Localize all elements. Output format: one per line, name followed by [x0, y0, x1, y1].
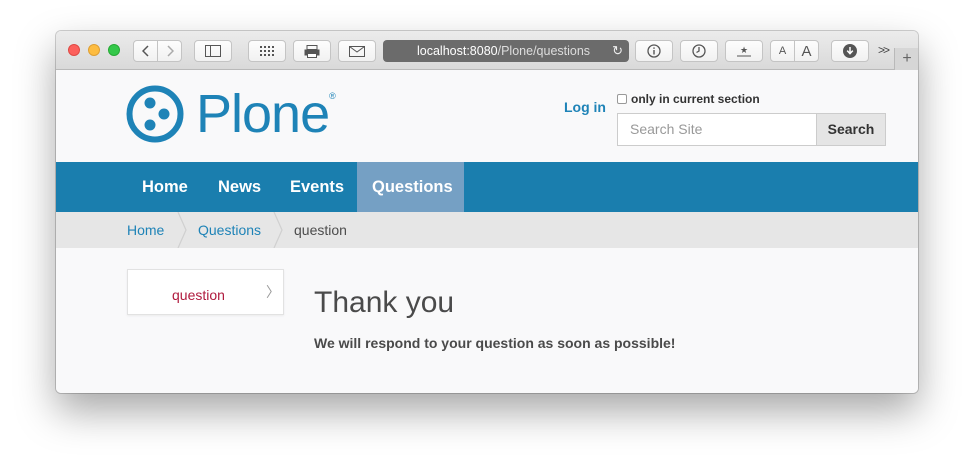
print-button[interactable] — [293, 40, 331, 62]
new-tab-button[interactable]: + — [894, 48, 918, 70]
text-larger-button[interactable]: A — [794, 40, 819, 62]
nav-item-events[interactable]: Events — [275, 162, 359, 212]
history-button[interactable] — [680, 40, 718, 62]
nav-item-questions[interactable]: Questions — [357, 162, 464, 212]
download-icon — [843, 44, 857, 58]
zoom-window-button[interactable] — [108, 44, 120, 56]
site-header: Plone ® Log in only in current section S… — [56, 70, 918, 162]
bookmark-button[interactable]: ★ — [725, 40, 763, 62]
navigation-portlet: question 〉 — [127, 269, 284, 315]
forward-button[interactable] — [157, 40, 182, 62]
breadcrumb: Home Questions question — [56, 212, 918, 248]
clock-icon — [692, 44, 706, 58]
info-button[interactable] — [635, 40, 673, 62]
site-logo[interactable]: Plone ® — [126, 85, 336, 143]
current-section-checkbox[interactable] — [617, 94, 627, 104]
registered-mark: ® — [329, 91, 336, 101]
large-a-icon: A — [801, 42, 812, 60]
nav-item-home[interactable]: Home — [127, 162, 203, 212]
grid-icon — [260, 46, 274, 56]
portlet-item-question[interactable]: question — [172, 287, 225, 303]
minimize-window-button[interactable] — [88, 44, 100, 56]
main-navigation: Home News Events Questions — [56, 162, 918, 212]
breadcrumb-home[interactable]: Home — [127, 212, 164, 248]
search-input[interactable]: Search Site — [617, 113, 817, 146]
breadcrumb-current: question — [294, 222, 347, 238]
text-smaller-button[interactable]: A — [770, 40, 795, 62]
chevron-left-icon — [141, 45, 149, 57]
close-window-button[interactable] — [68, 44, 80, 56]
reload-icon[interactable]: ↻ — [612, 40, 623, 62]
printer-icon — [304, 44, 320, 58]
chevron-right-icon: 〉 — [266, 284, 280, 300]
info-icon — [647, 44, 661, 58]
confirmation-message: We will respond to your question as soon… — [314, 335, 676, 351]
back-button[interactable] — [133, 40, 158, 62]
login-link[interactable]: Log in — [564, 99, 606, 115]
url-host: localhost:8080 — [417, 44, 498, 58]
main-content: question 〉 Thank you We will respond to … — [56, 248, 918, 393]
nav-item-news[interactable]: News — [203, 162, 276, 212]
breadcrumb-separator-icon — [177, 212, 187, 248]
svg-text:★: ★ — [740, 46, 748, 56]
browser-toolbar: localhost:8080/Plone/questions ↻ ★ A A >… — [56, 31, 918, 70]
plone-logo-icon — [126, 85, 184, 143]
sidebar-toggle-button[interactable] — [194, 40, 232, 62]
breadcrumb-separator-icon — [273, 212, 283, 248]
chevron-right-icon — [166, 45, 174, 57]
search-button[interactable]: Search — [816, 113, 886, 146]
more-chevron-icon[interactable]: >> — [878, 43, 890, 57]
search-scope-option[interactable]: only in current section — [617, 92, 760, 106]
page-title: Thank you — [314, 286, 455, 319]
share-mail-button[interactable] — [338, 40, 376, 62]
star-icon: ★ — [737, 46, 751, 57]
breadcrumb-questions[interactable]: Questions — [198, 212, 261, 248]
address-bar[interactable]: localhost:8080/Plone/questions ↻ — [383, 40, 629, 62]
top-sites-button[interactable] — [248, 40, 286, 62]
small-a-icon: A — [778, 45, 787, 57]
downloads-button[interactable] — [831, 40, 869, 62]
url-path: /Plone/questions — [497, 44, 591, 58]
search-scope-label: only in current section — [631, 92, 760, 106]
logo-wordmark: Plone — [196, 84, 330, 144]
sidebar-icon — [205, 45, 221, 57]
browser-window: localhost:8080/Plone/questions ↻ ★ A A >… — [56, 31, 918, 393]
envelope-icon — [349, 45, 365, 57]
